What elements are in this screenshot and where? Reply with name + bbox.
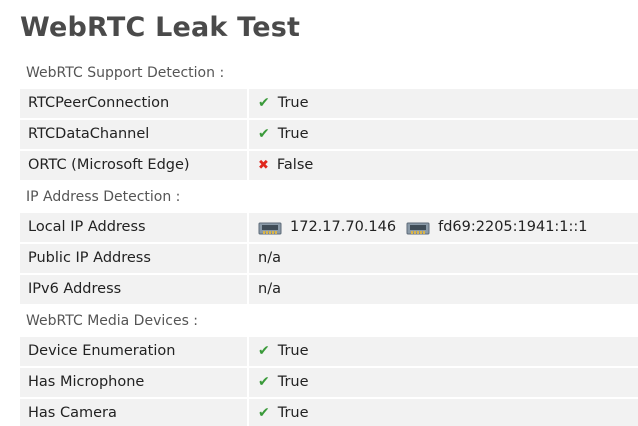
page-title: WebRTC Leak Test [20, 12, 301, 43]
row-label: Has Camera [20, 399, 249, 426]
ipv4-address: 172.17.70.146 [290, 219, 397, 235]
row-label: RTCDataChannel [20, 120, 249, 149]
ipv6-address: fd69:2205:1941:1::1 [438, 219, 588, 235]
row-value: ✖ False [249, 151, 638, 180]
status-text: True [277, 343, 309, 359]
section-heading-support: WebRTC Support Detection : [26, 65, 225, 81]
row-label: Has Microphone [20, 368, 249, 397]
row-value: ✔ True [249, 337, 638, 366]
row-label: IPv6 Address [20, 275, 249, 304]
status-text: True [277, 405, 309, 421]
row-label: Public IP Address [20, 244, 249, 273]
status-text: False [276, 157, 314, 173]
section-heading-ip: IP Address Detection : [26, 189, 181, 205]
row-value: ✔ True [249, 368, 638, 397]
status-text: True [277, 374, 309, 390]
check-icon: ✔ [258, 405, 270, 421]
check-icon: ✔ [258, 343, 270, 359]
row-label: RTCPeerConnection [20, 89, 249, 118]
table-row: Has Microphone ✔ True [20, 368, 638, 397]
local-ipv6-entry: fd69:2205:1941:1::1 [406, 213, 588, 242]
table-row: Public IP Address n/a [20, 244, 638, 273]
row-label: ORTC (Microsoft Edge) [20, 151, 249, 180]
table-row: RTCPeerConnection ✔ True [20, 89, 638, 118]
row-value: 172.17.70.146 fd69:2205:1941:1::1 [249, 213, 638, 242]
row-label: Local IP Address [20, 213, 249, 242]
row-value: n/a [258, 250, 281, 266]
table-row: Has Camera ✔ True [20, 399, 638, 426]
row-value: ✔ True [249, 120, 638, 149]
local-ipv4-entry: 172.17.70.146 [258, 213, 396, 242]
section-heading-media: WebRTC Media Devices : [26, 313, 199, 329]
check-icon: ✔ [258, 126, 270, 142]
webrtc-leak-test-page: WebRTC Leak Test WebRTC Support Detectio… [0, 0, 638, 426]
network-card-icon [406, 222, 430, 234]
row-value: n/a [258, 281, 281, 297]
table-row: IPv6 Address n/a [20, 275, 638, 304]
table-row: RTCDataChannel ✔ True [20, 120, 638, 149]
cross-icon: ✖ [258, 158, 269, 173]
table-row: ORTC (Microsoft Edge) ✖ False [20, 151, 638, 180]
status-text: True [277, 95, 309, 111]
row-label: Device Enumeration [20, 337, 249, 366]
status-text: True [277, 126, 309, 142]
network-card-icon [258, 222, 282, 234]
table-row: Device Enumeration ✔ True [20, 337, 638, 366]
check-icon: ✔ [258, 95, 270, 111]
check-icon: ✔ [258, 374, 270, 390]
table-row: Local IP Address 172.17.70.146 fd69:2205… [20, 213, 638, 242]
row-value: ✔ True [249, 399, 638, 426]
row-value: ✔ True [249, 89, 638, 118]
results-table: WebRTC Support Detection : RTCPeerConnec… [20, 58, 638, 426]
